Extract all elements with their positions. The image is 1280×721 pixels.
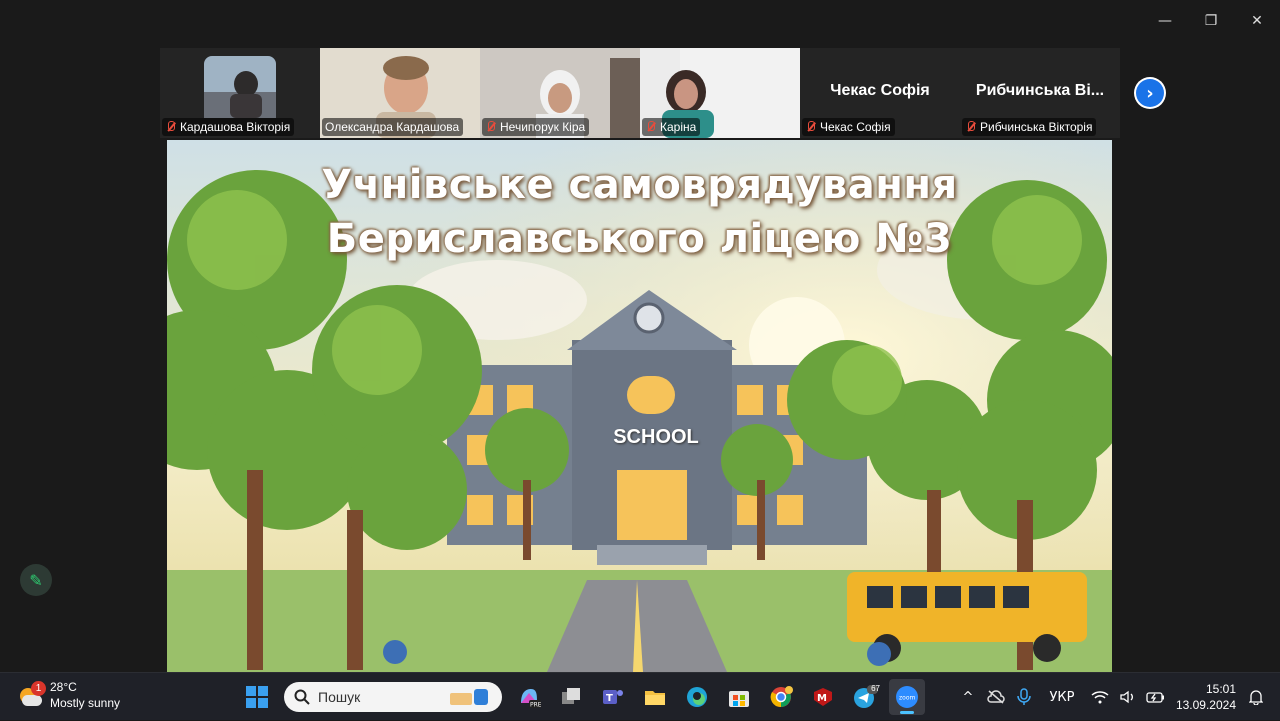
participant-tile[interactable]: Чекас Софія Чекас Софія (800, 48, 960, 138)
participant-label: Олександра Кардашова (322, 118, 464, 136)
participant-tile[interactable]: Каріна (640, 48, 800, 138)
slide-title-line-2: Бериславського ліцею №3 (326, 216, 953, 262)
shared-screen-slide: Учнівське самоврядування Бериславського … (167, 140, 1112, 672)
participant-name: Нечипорук Кіра (500, 120, 586, 134)
svg-text:zoom: zoom (899, 695, 915, 702)
search-icon (294, 689, 310, 705)
chevron-right-icon: › (1136, 79, 1164, 107)
clock-time: 15:01 (1205, 682, 1236, 696)
participant-display-name: Чекас Софія (830, 82, 930, 99)
wifi-icon[interactable] (1086, 683, 1114, 711)
participant-name: Каріна (660, 120, 697, 134)
participant-label: Рибчинська Вікторія (962, 118, 1097, 136)
zoom-icon[interactable]: zoom (889, 679, 925, 715)
participant-label: Чекас Софія (802, 118, 895, 136)
svg-text:M: M (817, 693, 827, 704)
participant-tile[interactable]: Кардашова Вікторія (160, 48, 320, 138)
svg-text:PRE: PRE (530, 702, 541, 709)
window-controls: — ❐ ✕ (1142, 6, 1280, 36)
slide-title: Учнівське самоврядування Бериславського … (167, 158, 1112, 266)
volume-icon[interactable] (1114, 683, 1142, 711)
microsoft-store-icon[interactable] (721, 679, 757, 715)
zoom-window: — ❐ ✕ Кардашова Вікторія Олександра Кард… (0, 0, 1280, 672)
mic-muted-icon (485, 121, 497, 133)
mic-muted-icon (965, 121, 977, 133)
system-tray: ^ УКР 15:01 13.09.2024 (954, 673, 1280, 721)
microphone-icon[interactable] (1010, 683, 1038, 711)
school-sign: SCHOOL (613, 426, 699, 448)
participant-name: Рибчинська Вікторія (980, 120, 1093, 134)
participant-name: Чекас Софія (820, 120, 891, 134)
participant-strip: Кардашова Вікторія Олександра Кардашова (160, 48, 1120, 138)
language-indicator[interactable]: УКР (1038, 683, 1086, 711)
restore-button[interactable]: ❐ (1188, 6, 1234, 36)
notification-badge: 1 (31, 681, 46, 696)
battery-charging-icon[interactable] (1142, 683, 1170, 711)
chrome-icon[interactable] (763, 679, 799, 715)
windows-taskbar: 1 28°C Mostly sunny Пошук PRE T M 67 zoo… (0, 672, 1280, 720)
taskbar-search[interactable]: Пошук (284, 682, 502, 712)
partly-sunny-icon: 1 (14, 680, 46, 710)
taskbar-apps: Пошук PRE T M 67 zoom (236, 679, 928, 715)
teams-icon[interactable]: T (595, 679, 631, 715)
search-placeholder: Пошук (318, 689, 361, 705)
task-view-icon[interactable] (553, 679, 589, 715)
participant-tile[interactable]: Нечипорук Кіра (480, 48, 640, 138)
clock-date: 13.09.2024 (1175, 698, 1236, 712)
windows-logo-icon (246, 686, 268, 708)
edge-icon[interactable] (679, 679, 715, 715)
participant-name: Олександра Кардашова (325, 120, 460, 134)
search-highlight-icon (450, 689, 488, 705)
mcafee-icon[interactable]: M (805, 679, 841, 715)
slide-title-line-1: Учнівське самоврядування (321, 162, 958, 208)
mic-muted-icon (165, 121, 177, 133)
next-page-button[interactable]: › (1134, 77, 1166, 109)
file-explorer-icon[interactable] (637, 679, 673, 715)
participant-label: Нечипорук Кіра (482, 118, 590, 136)
participant-name: Кардашова Вікторія (180, 120, 291, 134)
svg-text:T: T (606, 693, 613, 704)
notification-bell-icon[interactable] (1242, 683, 1270, 711)
clock[interactable]: 15:01 13.09.2024 (1176, 681, 1236, 713)
cloud-icon[interactable] (982, 683, 1010, 711)
participant-tile-active-speaker[interactable]: Олександра Кардашова (320, 48, 480, 138)
copilot-icon[interactable]: PRE (511, 679, 547, 715)
close-button[interactable]: ✕ (1234, 6, 1280, 36)
start-button[interactable] (239, 679, 275, 715)
weather-condition: Mostly sunny (50, 696, 121, 710)
pencil-icon: ✎ (29, 570, 43, 590)
participant-tile[interactable]: Рибчинська Ві... Рибчинська Вікторія (960, 48, 1120, 138)
show-hidden-icons-chevron[interactable]: ^ (954, 683, 982, 711)
annotate-pen-button[interactable]: ✎ (20, 564, 52, 596)
telegram-icon[interactable]: 67 (847, 679, 883, 715)
telegram-badge: 67 (871, 684, 880, 693)
weather-temperature: 28°C (50, 680, 77, 694)
participant-display-name: Рибчинська Ві... (975, 82, 1105, 99)
participant-label: Кардашова Вікторія (162, 118, 295, 136)
minimize-button[interactable]: — (1142, 6, 1188, 36)
weather-widget[interactable]: 1 28°C Mostly sunny (14, 679, 120, 711)
mic-muted-icon (805, 121, 817, 133)
mic-muted-icon (645, 121, 657, 133)
participant-label: Каріна (642, 118, 701, 136)
